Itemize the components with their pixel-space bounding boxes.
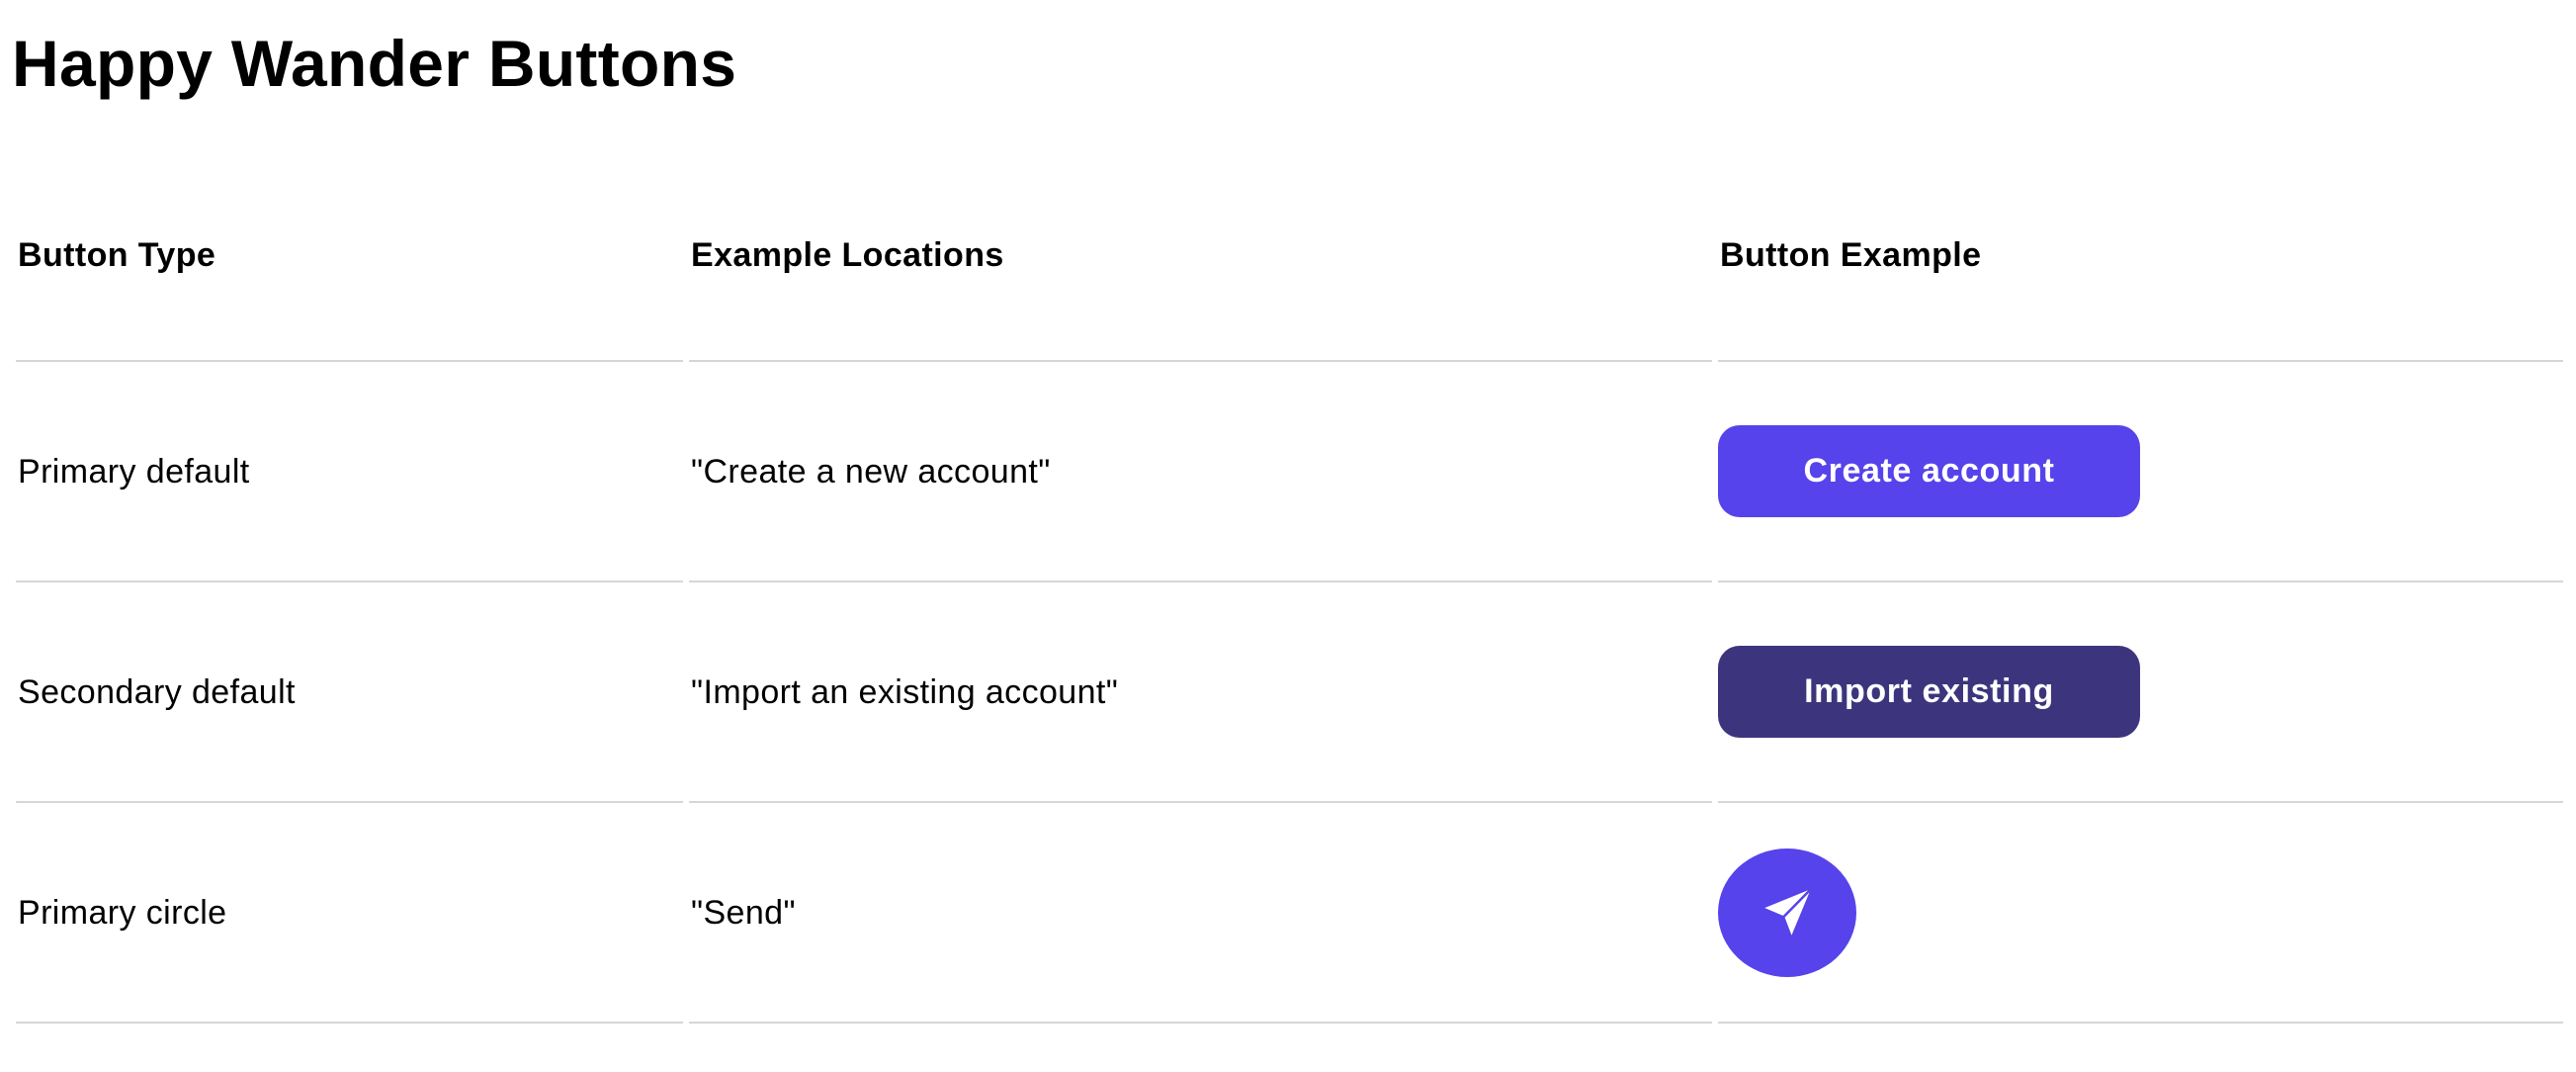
page-title: Happy Wander Buttons [12,27,737,100]
send-button[interactable] [1718,848,1856,977]
table-row-cell-example: Create account [1718,362,2563,582]
button-type-label: Secondary default [18,672,296,711]
table-row-cell-example: Import existing [1718,582,2563,803]
button-type-label: Primary circle [18,893,227,932]
table-row-cell-location: "Import an existing account" [689,582,1712,803]
table-row-cell-location: "Send" [689,803,1712,1024]
table-row-cell-example [1718,803,2563,1024]
header-label: Button Example [1720,236,1982,274]
example-location-label: "Create a new account" [691,452,1051,491]
table-row-cell-type: Primary circle [16,803,683,1024]
header-label: Example Locations [691,236,1004,274]
table-row-cell-type: Secondary default [16,582,683,803]
button-type-label: Primary default [18,452,250,491]
table-row-cell-location: "Create a new account" [689,362,1712,582]
import-existing-button[interactable]: Import existing [1718,646,2140,738]
example-location-label: "Send" [691,893,796,932]
create-account-button[interactable]: Create account [1718,425,2140,517]
table-row-cell-type: Primary default [16,362,683,582]
header-cell-example-locations: Example Locations [689,144,1712,362]
header-cell-button-type: Button Type [16,144,683,362]
header-label: Button Type [18,236,216,274]
header-cell-button-example: Button Example [1718,144,2563,362]
send-icon [1755,880,1820,945]
example-location-label: "Import an existing account" [691,672,1119,711]
